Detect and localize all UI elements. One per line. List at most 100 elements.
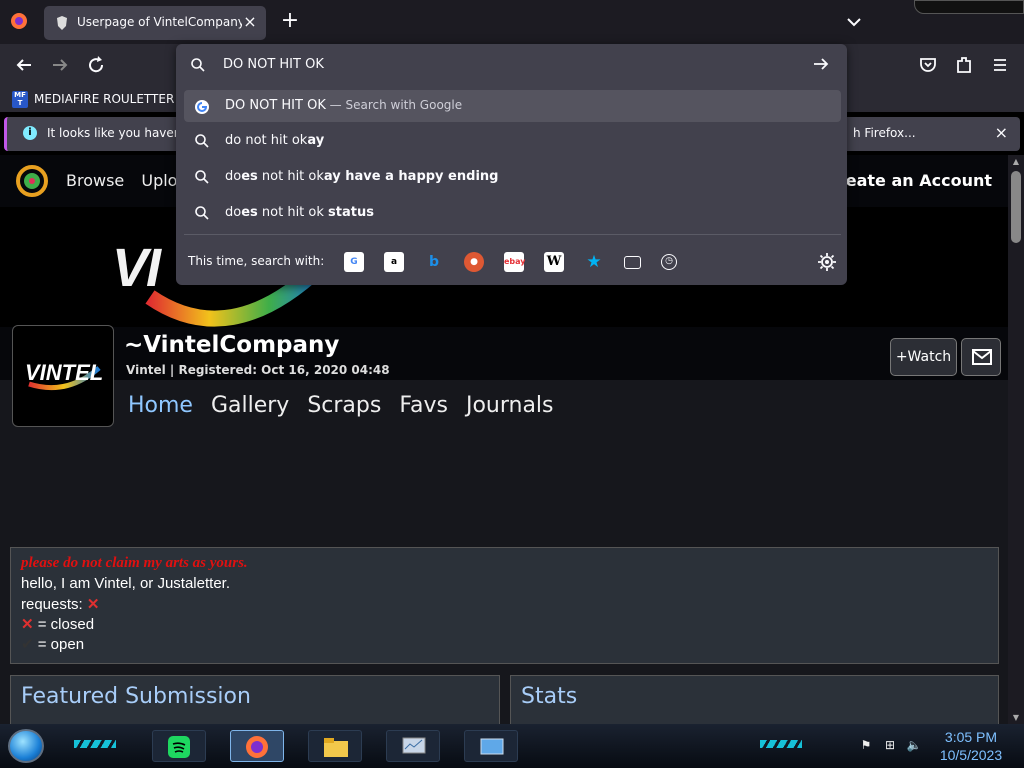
new-tab-button[interactable]: + [278, 10, 302, 34]
suggestion-part: not hit ok [257, 205, 329, 220]
firefox-menu-icon[interactable] [8, 10, 30, 32]
url-query: DO NOT HIT OK [223, 57, 324, 72]
divider [184, 234, 841, 235]
taskbar-monitor[interactable] [386, 730, 440, 762]
create-account-link[interactable]: Create an Account [826, 171, 992, 190]
taskbar-decoration [74, 740, 116, 748]
clock-date: 10/5/2023 [939, 747, 1003, 763]
bookmarks-star-icon[interactable]: ★ [584, 252, 604, 272]
forward-arrow-icon[interactable] [48, 53, 72, 77]
stats-title: Stats [521, 684, 578, 709]
nav-browse[interactable]: Browse [66, 171, 124, 190]
suggestion-part: not hit ok [257, 169, 324, 184]
pocket-icon[interactable] [916, 53, 940, 77]
taskbar: ⚑ ⊞ 🔈 3:05 PM 10/5/2023 [0, 724, 1024, 768]
banner-title: VI [112, 238, 161, 298]
ebay-icon[interactable]: ebay [504, 252, 526, 272]
page-scrollbar[interactable]: ▲ ▼ [1008, 155, 1024, 725]
network-icon[interactable]: ⊞ [882, 738, 898, 754]
notice-action[interactable]: h Firefox... [853, 126, 916, 140]
chevron-down-icon[interactable] [842, 12, 866, 32]
suggestion-bold: es [241, 169, 258, 184]
clock[interactable]: 3:05 PM 10/5/2023 [936, 728, 1006, 764]
featured-submission-panel: Featured Submission [10, 675, 500, 725]
system-tray: ⚑ ⊞ 🔈 [858, 738, 922, 754]
tab-journals[interactable]: Journals [466, 393, 554, 418]
tab-userpage[interactable]: Userpage of VintelCompany -- × [44, 6, 266, 40]
taskbar-decoration [760, 740, 802, 748]
stats-panel: Stats [510, 675, 999, 725]
search-icon [191, 58, 205, 72]
monitor-icon [402, 737, 426, 754]
tab-home[interactable]: Home [128, 393, 193, 418]
tab-title: Userpage of VintelCompany -- [77, 15, 242, 29]
duckduckgo-icon[interactable]: ● [464, 252, 484, 272]
back-arrow-icon[interactable] [12, 53, 36, 77]
avatar[interactable]: VINTEL [12, 325, 114, 427]
scroll-down-icon[interactable]: ▼ [1011, 713, 1021, 723]
search-icon [195, 170, 209, 184]
one-time-search-label: This time, search with: [188, 254, 325, 268]
close-tab-icon[interactable]: × [240, 12, 260, 32]
gear-icon[interactable] [817, 252, 837, 272]
clock-time: 3:05 PM [944, 729, 998, 745]
suggestion-query: DO NOT HIT OK [225, 98, 326, 113]
close-notice-icon[interactable]: × [995, 123, 1008, 142]
taskbar-spotify[interactable] [152, 730, 206, 762]
taskbar-explorer[interactable] [308, 730, 362, 762]
suggestion-part: do not hit ok [225, 133, 308, 148]
profile-section: VINTEL ~VintelCompany Vintel | Registere… [0, 325, 1008, 725]
bookmark-mediafire-rouletter[interactable]: MF T MEDIAFIRE ROULETTER [12, 89, 174, 109]
about-requests: requests: ✕ [21, 595, 99, 613]
volume-icon[interactable]: 🔈 [906, 738, 922, 754]
taskbar-app[interactable] [464, 730, 518, 762]
profile-username: ~VintelCompany [124, 332, 340, 358]
tab-favs[interactable]: Favs [399, 393, 448, 418]
folder-icon [324, 738, 348, 757]
tabs-icon[interactable] [624, 256, 641, 269]
cross-icon: ✕ [21, 616, 34, 633]
profile-registered: Vintel | Registered: Oct 16, 2020 04:48 [126, 363, 390, 377]
bing-icon[interactable]: b [424, 252, 444, 272]
info-icon: i [23, 126, 37, 140]
hamburger-menu-icon[interactable] [988, 53, 1012, 77]
message-button[interactable] [961, 338, 1001, 376]
wikipedia-icon[interactable]: W [544, 252, 564, 272]
taskbar-firefox[interactable] [230, 730, 284, 762]
extensions-icon[interactable] [952, 53, 976, 77]
closed-legend: = closed [33, 616, 95, 633]
about-closed: ✕ = closed [21, 615, 94, 633]
start-button[interactable] [8, 729, 44, 763]
suggestion-bold: status [328, 205, 374, 220]
flag-icon[interactable]: ⚑ [858, 738, 874, 754]
about-intro: hello, I am Vintel, or Justaletter. [21, 575, 230, 592]
suggestion-list: DO NOT HIT OK — Search with Google do no… [184, 90, 841, 232]
suggestion-part: do [225, 169, 242, 184]
check-icon: ✔ [21, 636, 34, 653]
google-icon[interactable]: G [344, 252, 364, 272]
site-favicon-icon [57, 16, 67, 30]
tab-gallery[interactable]: Gallery [211, 393, 289, 418]
suggestion-text: does not hit okay have a happy ending [225, 169, 498, 184]
url-input[interactable]: DO NOT HIT OK [184, 48, 839, 82]
suggestion-item[interactable]: does not hit ok status [184, 196, 841, 232]
go-arrow-icon[interactable] [811, 54, 831, 74]
suggestion-item[interactable]: does not hit okay have a happy ending [184, 160, 841, 196]
tab-scraps[interactable]: Scraps [307, 393, 381, 418]
profile-about: please do not claim my arts as yours. he… [10, 547, 999, 664]
mediafire-icon: MF T [12, 90, 28, 108]
window-icon [480, 738, 504, 755]
suggestion-text: DO NOT HIT OK — Search with Google [225, 98, 462, 113]
reload-icon[interactable] [84, 53, 108, 77]
history-clock-icon[interactable]: ◷ [661, 254, 677, 270]
amazon-icon[interactable]: a [384, 252, 404, 272]
watch-button[interactable]: +Watch [890, 338, 957, 376]
avatar-text: VINTEL [25, 360, 104, 385]
suggestion-item[interactable]: DO NOT HIT OK — Search with Google [184, 90, 841, 122]
scroll-up-icon[interactable]: ▲ [1011, 157, 1021, 167]
search-icon [195, 206, 209, 220]
suggestion-item[interactable]: do not hit okay [184, 124, 841, 160]
scrollbar-thumb[interactable] [1011, 171, 1021, 243]
site-logo-icon[interactable] [14, 163, 50, 199]
suggestion-bold: ay have a happy ending [323, 169, 499, 184]
